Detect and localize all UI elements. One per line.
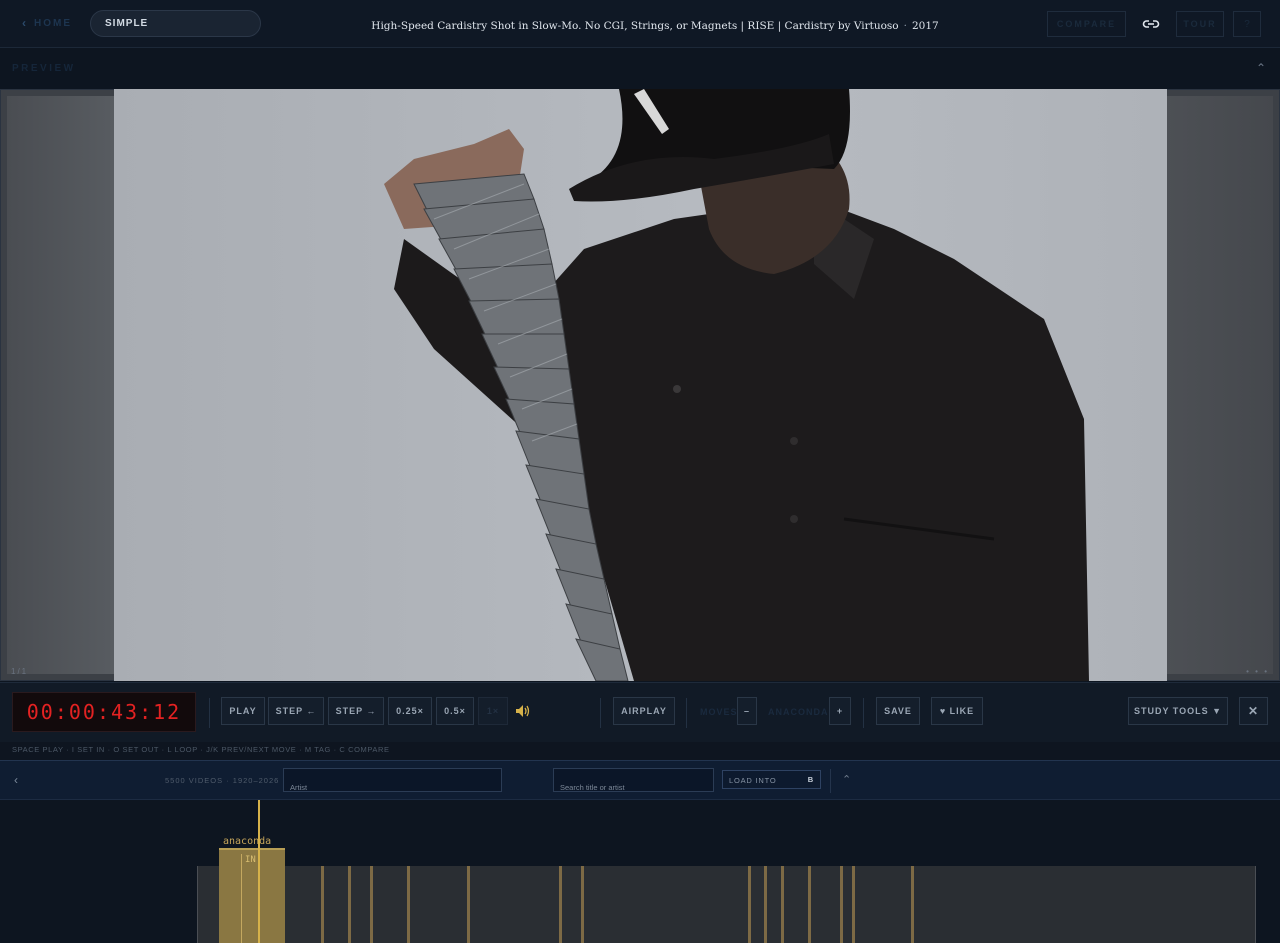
in-point-label: IN: [245, 855, 256, 865]
move-marker[interactable]: [764, 866, 767, 943]
artist-field[interactable]: [283, 768, 502, 792]
chevron-left-icon[interactable]: ‹: [14, 773, 18, 787]
title-separator: ·: [903, 20, 907, 32]
link-icon[interactable]: [1140, 14, 1162, 34]
compare-button[interactable]: COMPARE: [1047, 11, 1126, 37]
step-forward-button[interactable]: STEP →: [328, 697, 384, 725]
frame-indicator: 1/1: [11, 667, 29, 676]
load-into-label: LOAD INTO: [729, 776, 777, 785]
speaker-icon[interactable]: [515, 704, 531, 718]
help-button[interactable]: ?: [1233, 11, 1261, 37]
chevron-up-icon[interactable]: ⌃: [1256, 61, 1266, 75]
move-marker[interactable]: [321, 866, 324, 943]
speed-half-button[interactable]: 0.5×: [436, 697, 474, 725]
chevron-up-icon[interactable]: ⌃: [842, 773, 851, 786]
move-marker[interactable]: [852, 866, 855, 943]
move-marker[interactable]: [407, 866, 410, 943]
search-field[interactable]: [553, 768, 714, 792]
divider: [209, 698, 210, 728]
preview-label: PREVIEW: [12, 63, 76, 74]
tour-button[interactable]: TOUR: [1176, 11, 1224, 37]
timeline-track[interactable]: [197, 866, 1256, 943]
more-icon[interactable]: • • •: [1246, 667, 1269, 676]
library-bar: ‹ 5500 VIDEOS · 1920–2026 LOAD INTO B ⌃: [0, 760, 1280, 800]
video-year: 2017: [911, 20, 939, 32]
speed-quarter-button[interactable]: 0.25×: [388, 697, 432, 725]
move-marker[interactable]: [911, 866, 914, 943]
video-blur-left: [7, 96, 115, 674]
move-marker[interactable]: [370, 866, 373, 943]
anacondas-increment-button[interactable]: +: [829, 697, 851, 725]
move-marker[interactable]: [808, 866, 811, 943]
divider: [863, 698, 864, 728]
playback-controls: 00:00:43:12 PLAY STEP ← STEP → 0.25× 0.5…: [0, 682, 1280, 742]
divider: [600, 698, 601, 728]
mode-selector[interactable]: SIMPLE: [90, 10, 261, 37]
timecode-display: 00:00:43:12: [12, 692, 196, 732]
top-bar: ‹ HOME SIMPLE High-Speed Cardistry Shot …: [0, 0, 1280, 48]
anacondas-label: ANACONDAS: [768, 707, 836, 717]
like-button[interactable]: ♥ LIKE: [931, 697, 983, 725]
divider: [830, 769, 831, 793]
video-title-bar: High-Speed Cardistry Shot in Slow-Mo. No…: [300, 20, 1010, 32]
move-marker[interactable]: [559, 866, 562, 943]
moves-decrement-button[interactable]: –: [737, 697, 757, 725]
timeline[interactable]: anaconda IN: [0, 800, 1280, 943]
move-marker[interactable]: [467, 866, 470, 943]
artist-input[interactable]: [284, 769, 501, 791]
home-label: HOME: [34, 17, 72, 29]
airplay-button[interactable]: AIRPLAY: [613, 697, 675, 725]
video-area: 1/1 • • •: [0, 89, 1280, 681]
speed-normal-button[interactable]: 1×: [478, 697, 508, 725]
close-icon[interactable]: ✕: [1239, 697, 1268, 725]
load-into-slot: B: [807, 775, 814, 784]
preview-header: PREVIEW ⌃: [0, 49, 1280, 89]
app-window: ‹ HOME SIMPLE High-Speed Cardistry Shot …: [0, 0, 1280, 943]
in-point-marker[interactable]: [241, 854, 242, 943]
video-blur-right: [1165, 96, 1273, 674]
home-link[interactable]: ‹ HOME: [22, 16, 72, 30]
search-input[interactable]: [554, 769, 713, 791]
video-player[interactable]: [114, 89, 1167, 681]
tag-label: anaconda: [223, 836, 272, 847]
move-marker[interactable]: [348, 866, 351, 943]
move-marker[interactable]: [840, 866, 843, 943]
moves-label: MOVES: [700, 707, 738, 717]
load-into-selector[interactable]: LOAD INTO B: [722, 770, 821, 789]
divider: [686, 698, 687, 728]
move-marker[interactable]: [581, 866, 584, 943]
step-back-button[interactable]: STEP ←: [268, 697, 324, 725]
keyboard-shortcuts-hint: SPACE PLAY · I SET IN · O SET OUT · L LO…: [0, 742, 1280, 760]
playhead[interactable]: [258, 800, 260, 943]
study-tools-dropdown[interactable]: STUDY TOOLS ▼: [1128, 697, 1228, 725]
save-button[interactable]: SAVE: [876, 697, 920, 725]
chevron-left-icon: ‹: [22, 16, 28, 30]
video-count: 5500 VIDEOS · 1920–2026: [165, 776, 280, 785]
play-button[interactable]: PLAY: [221, 697, 265, 725]
video-title: High-Speed Cardistry Shot in Slow-Mo. No…: [371, 20, 899, 32]
move-marker[interactable]: [781, 866, 784, 943]
move-marker[interactable]: [748, 866, 751, 943]
